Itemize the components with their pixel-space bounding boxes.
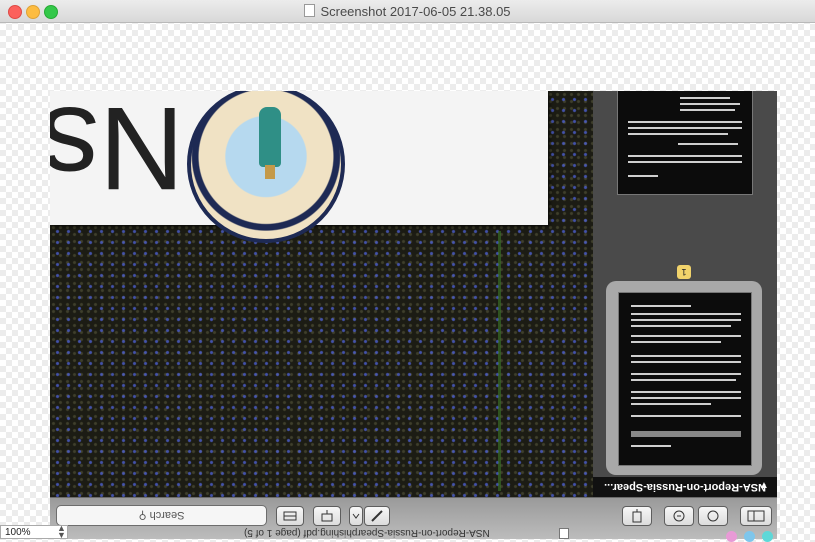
zoom-level-field[interactable]: 100% ▲ ▼	[0, 524, 68, 540]
preview-toolbar: Search ⚲ NSA-Report-on-Russia-Spearphish…	[50, 497, 777, 539]
share-button[interactable]	[313, 506, 341, 526]
document-status-bar: NSA-Report-on-Russia-Spearphishing.pdf (…	[50, 527, 777, 539]
page-thumbnail-1[interactable]	[618, 292, 752, 466]
zoom-value: 100%	[5, 527, 31, 538]
magnifier-icon: ⚲	[138, 509, 147, 521]
document-heading-glyph: Ns	[50, 91, 185, 214]
document-page: Ns	[50, 91, 548, 243]
toolbox-icon	[283, 511, 297, 521]
tag-dot-pink[interactable]	[726, 531, 737, 542]
chevron-icon	[352, 513, 360, 519]
document-icon	[304, 4, 316, 17]
zoom-stepper-icon[interactable]: ▲ ▼	[57, 524, 66, 540]
pen-icon	[371, 510, 383, 522]
document-view[interactable]: Ns	[50, 91, 593, 497]
markup-button[interactable]	[364, 506, 390, 526]
zoom-in-icon	[673, 510, 685, 522]
tag-dot-cyan[interactable]	[762, 531, 773, 542]
preview-window-screenshot: Ns 1 NSA-Report-on-Russia-Spear... ▲ Sea…	[50, 91, 777, 539]
scan-line	[498, 231, 501, 491]
window-titlebar: Screenshot 2017-06-05 21.38.05	[0, 0, 815, 23]
sidebar-toggle-icon	[747, 510, 765, 522]
search-field[interactable]: Search ⚲	[56, 505, 267, 526]
sidebar-document-title: NSA-Report-on-Russia-Spear...	[604, 481, 766, 493]
page-thumbnail-2[interactable]	[617, 91, 753, 195]
window-title-text: Screenshot 2017-06-05 21.38.05	[320, 4, 511, 19]
search-label: Search	[149, 509, 185, 521]
pdf-icon	[559, 528, 569, 539]
zoom-out-icon	[707, 510, 719, 522]
disclosure-triangle-icon[interactable]: ▲	[759, 480, 769, 491]
share-icon	[321, 510, 333, 522]
markup-toggle-button[interactable]	[349, 506, 363, 526]
tag-dot-blue[interactable]	[744, 531, 755, 542]
current-page-badge: 1	[677, 265, 691, 279]
thumbnail-sidebar: 1 NSA-Report-on-Russia-Spear... ▲	[593, 91, 777, 497]
rotate-icon	[632, 509, 642, 523]
rotate-button[interactable]	[622, 506, 652, 526]
zoom-out-button[interactable]	[698, 506, 728, 526]
window-title: Screenshot 2017-06-05 21.38.05	[0, 4, 815, 19]
document-status-text: NSA-Report-on-Russia-Spearphishing.pdf (…	[244, 527, 490, 538]
sidebar-toggle-button[interactable]	[740, 506, 772, 526]
toolbox-button[interactable]	[276, 506, 304, 526]
sidebar-document-header[interactable]: NSA-Report-on-Russia-Spear... ▲	[593, 477, 777, 497]
seal-key	[265, 165, 275, 179]
nsa-seal-logo	[187, 91, 345, 243]
seal-eagle	[259, 107, 281, 167]
zoom-in-button[interactable]	[664, 506, 694, 526]
